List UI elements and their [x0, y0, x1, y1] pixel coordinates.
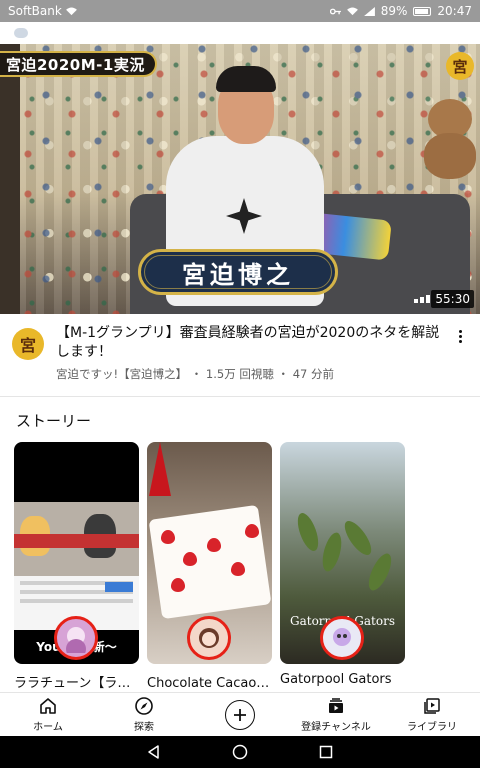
- story-thumbnail[interactable]: [147, 442, 272, 664]
- nav-explore[interactable]: 探索: [96, 693, 192, 736]
- story-avatar[interactable]: [54, 616, 98, 660]
- carrier-name: SoftBank: [8, 4, 62, 18]
- create-button[interactable]: [192, 693, 288, 736]
- channel-name: 宮迫ですッ!【宮迫博之】: [56, 367, 188, 381]
- key-icon: [329, 8, 341, 14]
- nav-subscriptions-label: 登録チャンネル: [301, 722, 371, 733]
- video-thumbnail[interactable]: 宮迫2020M-1実況 宮 宮迫博之 55:30: [0, 44, 480, 314]
- video-text: 【M-1グランプリ】審査員経験者の宮迫が2020のネタを解説します！ 宮迫ですッ…: [44, 324, 452, 394]
- story-banner-strip: [14, 534, 139, 548]
- cellular-signal-icon: [363, 6, 375, 16]
- carrier-area: SoftBank: [8, 4, 330, 18]
- video-title[interactable]: 【M-1グランプリ】審査員経験者の宮迫が2020のネタを解説します！: [56, 324, 442, 362]
- video-meta: 宮迫ですッ!【宮迫博之】 ・ 1.5万 回視聴 ・ 47 分前: [56, 366, 442, 382]
- party-hat-shape: [149, 442, 171, 496]
- video-info-row[interactable]: 宮 【M-1グランプリ】審査員経験者の宮迫が2020のネタを解説します！ 宮迫で…: [0, 314, 480, 394]
- meta-separator: ・: [277, 367, 290, 381]
- more-options-icon[interactable]: [452, 324, 468, 394]
- stories-shelf[interactable]: YouTube新〜 ララチューン【ララ… Chocolate Cacao チ…: [14, 442, 480, 692]
- thumbnail-corner-logo: 宮: [446, 52, 474, 80]
- compass-icon: [135, 697, 153, 715]
- plant-shape: [293, 510, 323, 554]
- nav-subscriptions[interactable]: 登録チャンネル: [288, 693, 384, 736]
- story-item[interactable]: Chocolate Cacao チ…: [147, 442, 272, 692]
- thumbnail-badge: 宮迫2020M-1実況: [0, 51, 157, 77]
- strawberry-shape: [171, 578, 185, 592]
- nav-home[interactable]: ホーム: [0, 693, 96, 736]
- story-thumbnail[interactable]: Gatorpool Gators: [280, 442, 405, 664]
- wifi-icon: [65, 6, 77, 15]
- cake-shape: [148, 504, 272, 620]
- wifi-signal-icon: [346, 6, 358, 15]
- android-nav-bar: [0, 736, 480, 768]
- strawberry-shape: [183, 552, 197, 566]
- library-icon: [424, 698, 440, 714]
- story-thumbnail[interactable]: YouTube新〜: [14, 442, 139, 664]
- video-duration: 55:30: [431, 290, 474, 308]
- nav-home-label: ホーム: [33, 722, 63, 733]
- plant-shape: [319, 530, 345, 574]
- window-edge: [0, 44, 20, 314]
- partial-icon: [14, 28, 28, 38]
- avatar-face-icon: [66, 627, 86, 653]
- strawberry-shape: [207, 538, 221, 552]
- bottom-nav: ホーム 探索 登録チャンネル ライブラリ: [0, 692, 480, 736]
- battery-percent: 89%: [380, 4, 408, 18]
- quality-bars-icon: [414, 295, 430, 303]
- plant-shape: [339, 517, 377, 559]
- story-title[interactable]: Gatorpool Gators: [280, 672, 405, 687]
- home-icon: [40, 698, 56, 714]
- teddy-bear-shape: [420, 99, 480, 179]
- stories-heading: ストーリー: [16, 412, 92, 430]
- plus-icon: [225, 699, 255, 730]
- home-circle-icon[interactable]: [232, 744, 248, 760]
- subscriptions-icon: [329, 698, 343, 713]
- thumbnail-name-plate: 宮迫博之: [138, 249, 338, 295]
- view-count: 1.5万 回視聴: [205, 367, 274, 381]
- nav-library-label: ライブラリ: [407, 722, 457, 733]
- strawberry-shape: [161, 530, 175, 544]
- clock: 20:47: [437, 4, 472, 18]
- section-divider: [0, 396, 480, 397]
- story-title[interactable]: ララチューン【ララ…: [14, 672, 139, 691]
- top-strip: [0, 22, 480, 44]
- channel-avatar[interactable]: 宮: [12, 328, 44, 360]
- nav-explore-label: 探索: [134, 722, 154, 733]
- story-item[interactable]: Gatorpool Gators Gatorpool Gators: [280, 442, 405, 692]
- status-bar: SoftBank 89% 20:47: [0, 0, 480, 22]
- meta-separator: ・: [190, 367, 203, 381]
- upload-age: 47 分前: [292, 367, 334, 381]
- story-item[interactable]: YouTube新〜 ララチューン【ララ…: [14, 442, 139, 692]
- back-icon[interactable]: [146, 744, 162, 760]
- avatar-face-icon: [199, 628, 219, 648]
- hair-shape: [216, 66, 276, 92]
- plant-shape: [364, 550, 396, 594]
- story-avatar[interactable]: [187, 616, 231, 660]
- story-title[interactable]: Chocolate Cacao チ…: [147, 672, 272, 691]
- story-avatar[interactable]: [320, 616, 364, 660]
- strawberry-shape: [245, 524, 259, 538]
- avatar-face-icon: [333, 628, 351, 646]
- nav-library[interactable]: ライブラリ: [384, 693, 480, 736]
- battery-icon: [413, 6, 432, 16]
- strawberry-shape: [231, 562, 245, 576]
- status-right: 89% 20:47: [329, 4, 472, 18]
- teddy-body: [424, 133, 476, 179]
- recents-icon[interactable]: [318, 744, 334, 760]
